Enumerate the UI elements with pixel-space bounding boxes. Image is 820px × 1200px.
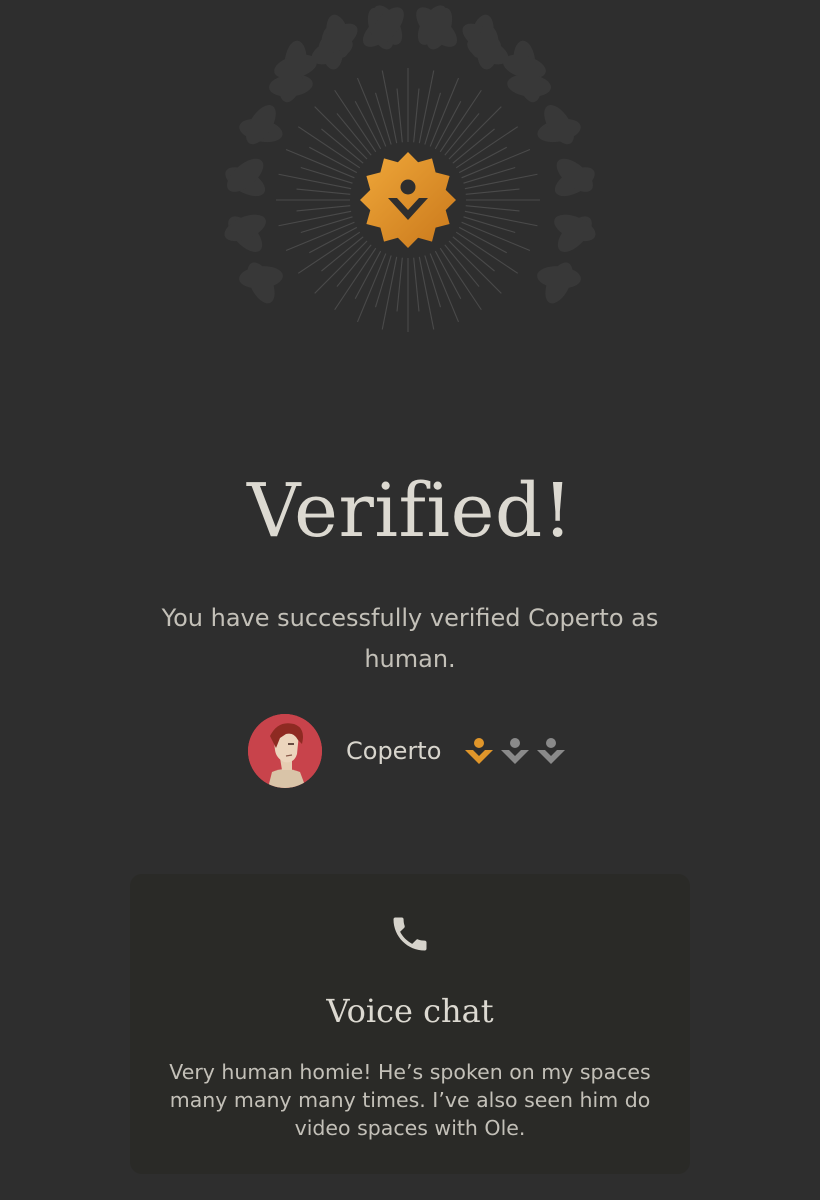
phone-icon bbox=[393, 917, 427, 951]
sunburst-ray bbox=[413, 257, 420, 312]
hero-graphic bbox=[0, 0, 820, 400]
badge-inactive-icon bbox=[537, 738, 566, 764]
sunburst-ray bbox=[334, 247, 377, 311]
sunburst-ray bbox=[381, 70, 398, 144]
verification-badges bbox=[463, 737, 567, 765]
sunburst-ray bbox=[448, 240, 502, 294]
sunburst-ray bbox=[300, 216, 353, 234]
page-title: Verified! bbox=[247, 468, 573, 554]
sunburst-ray bbox=[296, 188, 351, 195]
sunburst-ray bbox=[418, 70, 435, 144]
sunburst-ray bbox=[455, 231, 519, 274]
sunburst-ray bbox=[297, 126, 361, 169]
username: Coperto bbox=[346, 737, 442, 765]
sunburst-ray bbox=[396, 88, 403, 143]
badge-inactive-icon bbox=[501, 738, 530, 764]
laurel-leaf bbox=[537, 266, 581, 289]
sunburst-ray bbox=[448, 106, 502, 160]
sunburst-ray bbox=[296, 205, 351, 212]
proof-card: Voice chat Very human homie! He’s spoken… bbox=[130, 874, 690, 1174]
sunburst-ray bbox=[464, 210, 538, 227]
sunburst-ray bbox=[381, 256, 398, 330]
sunburst-ray bbox=[278, 173, 352, 190]
proof-title: Voice chat bbox=[326, 992, 494, 1030]
sunburst-ray bbox=[464, 173, 538, 190]
sunburst-ray bbox=[465, 205, 520, 212]
sunburst-ray bbox=[334, 89, 377, 153]
verification-message: You have successfully verified Coperto a… bbox=[161, 604, 659, 673]
sunburst-ray bbox=[463, 216, 516, 234]
sunburst-ray bbox=[424, 92, 442, 145]
proof-description: Very human homie! He’s spoken on my spac… bbox=[169, 1060, 651, 1140]
sunburst-ray bbox=[314, 240, 368, 294]
sunburst-ray bbox=[396, 257, 403, 312]
sunburst-ray bbox=[463, 166, 516, 184]
sunburst-ray bbox=[314, 106, 368, 160]
laurel-wreath-icon bbox=[224, 5, 596, 304]
sunburst-ray bbox=[424, 255, 442, 308]
sunburst-ray bbox=[297, 231, 361, 274]
badge-active-icon bbox=[465, 738, 494, 764]
sunburst-ray bbox=[374, 92, 392, 145]
avatar[interactable] bbox=[248, 714, 322, 788]
user-row: Coperto bbox=[248, 714, 567, 788]
sunburst-ray bbox=[418, 256, 435, 330]
sunburst-ray bbox=[374, 255, 392, 308]
sunburst-ray bbox=[278, 210, 352, 227]
sunburst-ray bbox=[465, 188, 520, 195]
sunburst-ray bbox=[455, 126, 519, 169]
sunburst-ray bbox=[300, 166, 353, 184]
sunburst-ray bbox=[413, 88, 420, 143]
verified-seal-icon bbox=[360, 152, 456, 248]
laurel-leaf bbox=[239, 266, 283, 289]
sunburst-ray bbox=[439, 89, 482, 153]
sunburst-ray bbox=[439, 247, 482, 311]
